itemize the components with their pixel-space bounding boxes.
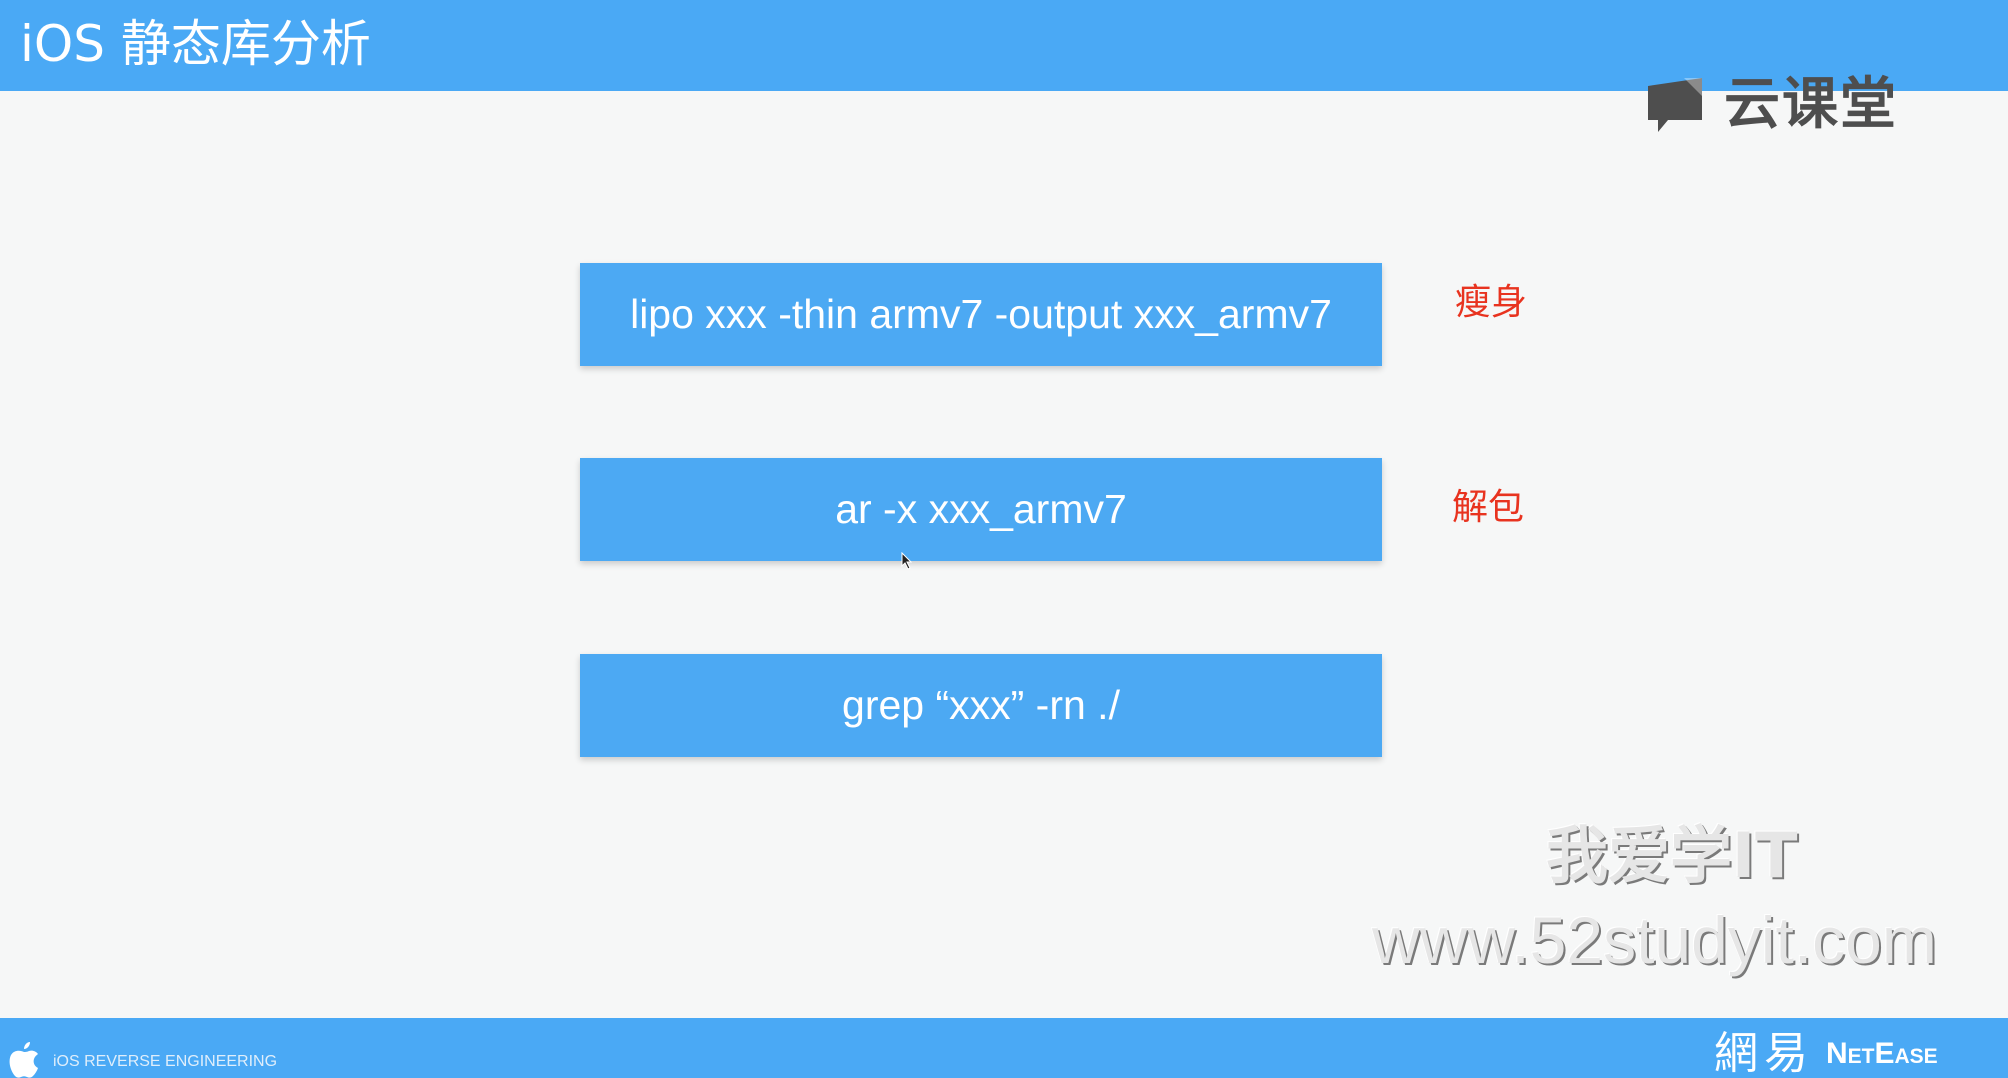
footer-label: iOS REVERSE ENGINEERING bbox=[53, 1053, 278, 1070]
slide-title: iOS 静态库分析 bbox=[20, 15, 371, 73]
watermark-url: www.52studyit.com bbox=[1372, 903, 1937, 977]
netease-logo-en: NetEase bbox=[1826, 1037, 1938, 1070]
footer-bar bbox=[0, 1018, 2008, 1078]
note-slim: 瘦身 bbox=[1455, 282, 1528, 323]
note-unpack: 解包 bbox=[1452, 487, 1525, 528]
netease-logo-cn: 網易 bbox=[1714, 1028, 1814, 1078]
command-box-lipo: lipo xxx -thin armv7 -output xxx_armv7 bbox=[580, 263, 1382, 366]
apple-logo-icon bbox=[9, 1042, 38, 1078]
cloud-classroom-icon bbox=[1648, 78, 1702, 132]
brand-name: 云课堂 bbox=[1724, 72, 1898, 137]
brand-logo: 云课堂 bbox=[1644, 72, 1904, 138]
slide: iOS 静态库分析 云课堂 lipo xxx -thin armv7 -outp… bbox=[0, 0, 2008, 1078]
command-box-grep: grep “xxx” -rn ./ bbox=[580, 654, 1382, 757]
command-box-ar: ar -x xxx_armv7 bbox=[580, 458, 1382, 561]
netease-logo: 網易 NetEase bbox=[1714, 1030, 1938, 1078]
watermark-text: 我爱学IT bbox=[1546, 819, 1798, 892]
mouse-cursor-icon bbox=[901, 552, 913, 570]
